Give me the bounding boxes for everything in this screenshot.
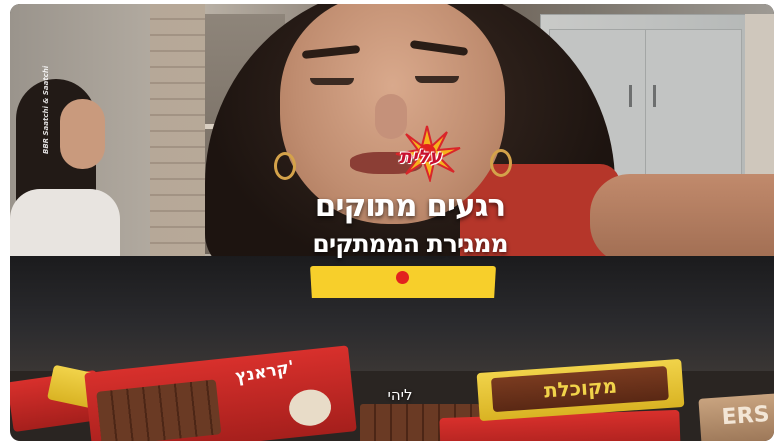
person-body [10,189,120,264]
mekupelet-bar-label: מקוכלת [543,373,618,403]
person-face [60,99,105,169]
side-shelf [745,14,774,194]
woman-arm [590,174,774,264]
cabinet-handle [629,85,632,107]
eye [415,76,459,83]
cabinet-door [645,29,742,181]
earring [490,149,512,177]
crunch-bar-label: קראנץ' [233,357,296,388]
candy-bar: ERS [698,393,774,441]
cabinet-handle [653,85,656,107]
headline-line-2: ממגירת הממתקים [312,229,508,258]
headline-line-1: רגעים מתוקים [314,188,506,224]
far-right-bar-label: ERS [720,401,771,431]
eye [310,78,354,85]
subtitle-caption: ליהי [387,386,413,404]
elite-logo-text: עלית [399,146,442,168]
video-player[interactable]: קראנץ' מקוכלת ERS BBR Saatchi & Saatchi … [10,4,774,441]
red-dot-icon [396,271,409,284]
page-frame: קראנץ' מקוכלת ERS BBR Saatchi & Saatchi … [0,0,774,441]
background-person [10,79,125,264]
cow-logo-icon [287,387,333,428]
agency-watermark: BBR Saatchi & Saatchi [42,65,50,154]
brick-column [150,4,205,259]
earring [274,152,296,180]
chocolate-pieces [96,379,222,441]
